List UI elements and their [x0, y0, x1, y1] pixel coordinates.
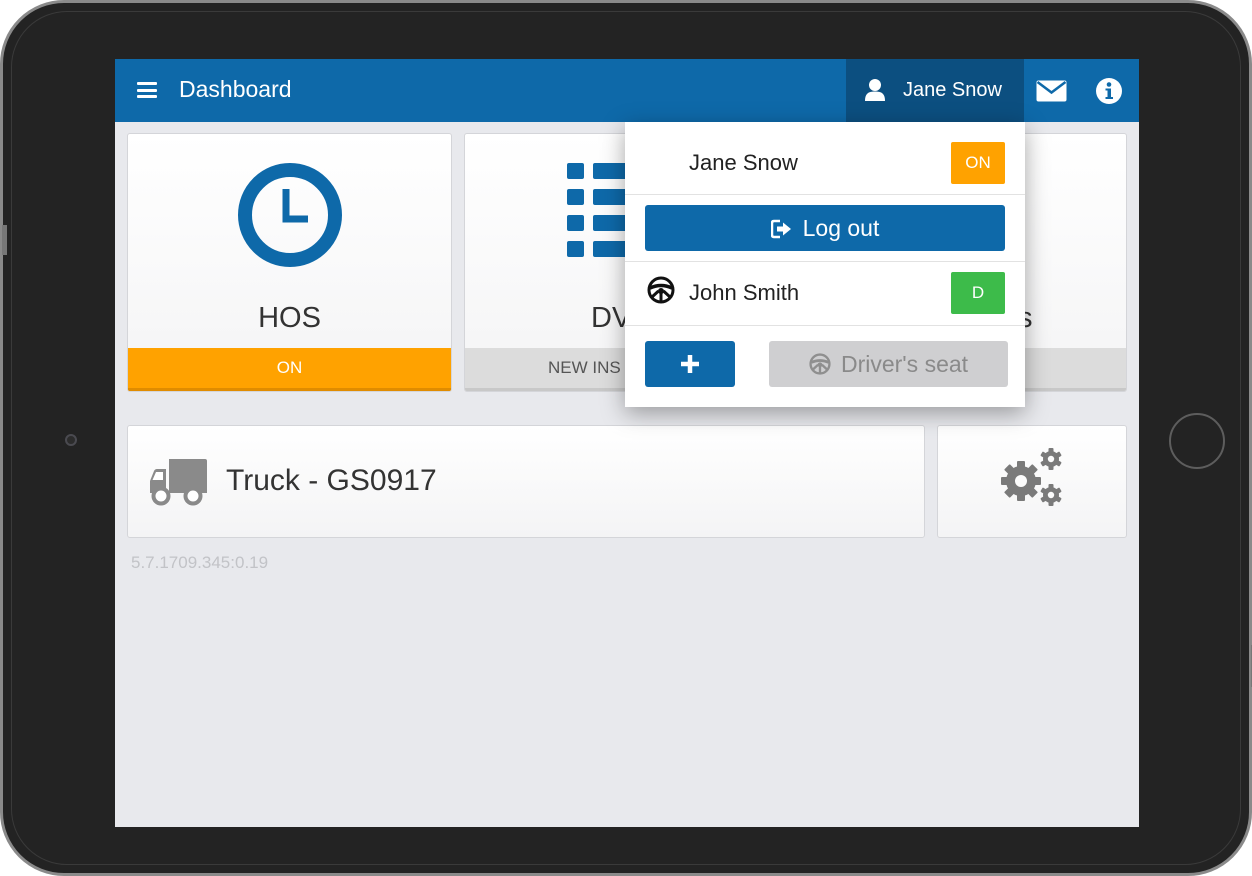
- drivers-seat-button[interactable]: Driver's seat: [769, 341, 1008, 387]
- user-menu-button[interactable]: Jane Snow: [846, 59, 1024, 122]
- divider: [625, 194, 1025, 195]
- user-icon: [865, 79, 885, 101]
- info-icon[interactable]: [1096, 78, 1122, 104]
- camera: [65, 434, 77, 446]
- clock-icon: [238, 163, 342, 267]
- volume-button: [2, 225, 7, 255]
- app-screen: Dashboard Jane Snow HOS ON DV NEW INS s …: [115, 59, 1139, 827]
- logout-icon: [770, 219, 791, 239]
- home-button[interactable]: [1169, 413, 1225, 469]
- co-driver-name: John Smith: [689, 280, 800, 305]
- steering-wheel-icon: [809, 353, 831, 375]
- co-driver-status-badge: D: [951, 272, 1005, 314]
- logout-button[interactable]: Log out: [645, 205, 1005, 251]
- divider: [625, 261, 1025, 262]
- add-driver-button[interactable]: [645, 341, 735, 387]
- plus-icon: [681, 355, 699, 373]
- truck-icon: [150, 459, 207, 506]
- app-version: 5.7.1709.345:0.19: [131, 553, 269, 572]
- logout-label: Log out: [802, 215, 880, 241]
- menu-icon[interactable]: [137, 82, 157, 98]
- hos-label: HOS: [258, 302, 321, 334]
- current-driver-status-badge: ON: [951, 142, 1005, 184]
- drivers-seat-label: Driver's seat: [840, 351, 969, 377]
- settings-tile[interactable]: [937, 425, 1127, 538]
- user-dropdown-menu: Jane Snow ON Log out John Smith D Driver…: [625, 122, 1025, 407]
- mail-icon[interactable]: [1036, 80, 1067, 102]
- tablet-frame: Dashboard Jane Snow HOS ON DV NEW INS s …: [0, 0, 1252, 876]
- hos-status: ON: [128, 348, 451, 391]
- user-name: Jane Snow: [903, 79, 1002, 101]
- gears-icon: [1001, 448, 1062, 506]
- vehicle-label: Truck - GS0917: [226, 464, 437, 497]
- divider: [625, 325, 1025, 326]
- steering-wheel-icon: [647, 276, 675, 304]
- hos-tile[interactable]: HOS ON: [127, 133, 452, 392]
- page-title: Dashboard: [179, 76, 292, 102]
- top-bar: Dashboard Jane Snow: [115, 59, 1139, 122]
- vehicle-tile[interactable]: Truck - GS0917: [127, 425, 925, 538]
- current-driver-name: Jane Snow: [689, 150, 798, 175]
